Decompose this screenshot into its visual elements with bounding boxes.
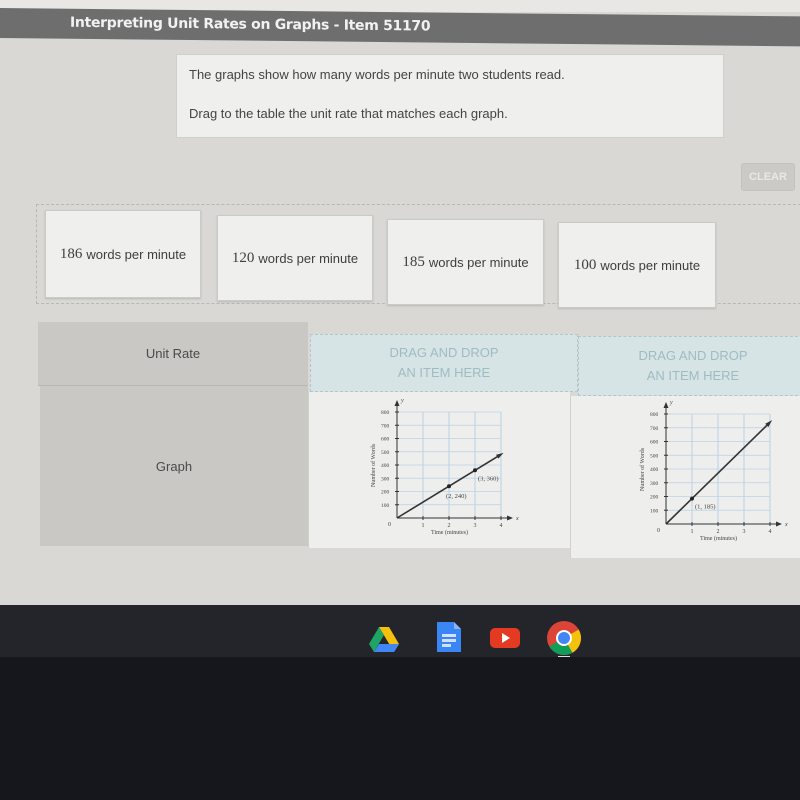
docs-icon[interactable] [432,620,466,654]
answer-number: 185 [402,253,425,270]
x-tick-label: 1 [691,529,694,535]
y-tick-label: 200 [650,495,659,501]
graph-2: x y 0 1 2 3 4 100 200 300 400 500 600 700 800 Time (min… [639,400,788,542]
y-axis-name: y [400,398,404,404]
x-axis-label: Time (minutes) [431,529,468,536]
prompt-line-2: Drag to the table the unit rate that mat… [189,106,508,121]
title-bar: Interpreting Unit Rates on Graphs - Item… [0,8,800,47]
matching-table: Unit Rate Graph DRAG AND DROP AN ITEM HE… [38,322,800,558]
answer-tile[interactable]: 186 words per minute [45,210,201,298]
y-tick-label: 500 [650,453,659,459]
x-tick-label: 4 [500,523,503,529]
graph-cell-1: x y 0 1 2 3 4 100 200 300 400 500 600 700 800 Time (min… [308,392,570,548]
y-axis-label: Number of Words [370,443,377,487]
x-axis-name: x [784,522,788,528]
taskbar [0,605,800,657]
drop-zone-text: DRAG AND DROP [638,348,748,363]
data-point [473,468,477,473]
drop-zone-graph-1[interactable]: DRAG AND DROP AN ITEM HERE [310,334,578,392]
data-point [690,496,694,501]
x-tick-label: 3 [743,529,746,535]
youtube-icon[interactable] [488,620,522,654]
data-point-label: (1, 185) [695,504,716,511]
y-tick-label: 100 [381,503,390,509]
row-label-text: Graph [155,458,193,474]
y-tick-label: 600 [381,437,390,443]
x-tick-label: 4 [769,529,772,535]
x-tick-label: 2 [448,523,451,529]
answer-number: 120 [231,249,255,266]
x-axis-label: Time (minutes) [700,535,737,542]
answer-unit: words per minute [600,257,701,273]
y-tick-label: 500 [381,450,390,456]
y-axis-arrow [663,402,669,408]
clear-button[interactable]: CLEAR [741,163,795,191]
chrome-icon[interactable] [545,619,583,657]
answer-tile[interactable]: 100 words per minute [558,222,716,308]
page-title: Interpreting Unit Rates on Graphs - Item… [70,14,431,35]
prompt-line-1: The graphs show how many words per minut… [189,67,565,82]
answer-unit: words per minute [86,246,187,262]
origin-label: 0 [657,528,660,534]
data-point-label: (2, 240) [446,493,467,500]
row-label-graph: Graph [40,386,308,546]
answer-unit: words per minute [428,254,529,270]
x-tick-label: 1 [422,523,425,529]
row-label-text: Unit Rate [145,346,201,361]
x-tick-label: 3 [474,523,477,529]
y-tick-label: 700 [381,423,390,429]
y-axis-arrow [394,400,400,406]
x-tick-label: 2 [717,529,720,535]
x-axis-name: x [515,516,519,522]
drop-zone-text: DRAG AND DROP [389,345,499,360]
answer-number: 186 [59,245,83,262]
y-tick-label: 300 [381,476,390,482]
drop-zone-text: AN ITEM HERE [646,368,740,383]
drive-icon[interactable] [367,622,401,656]
y-tick-label: 800 [381,410,390,416]
x-axis-arrow [507,515,513,521]
y-tick-label: 400 [381,463,390,469]
y-tick-label: 800 [650,412,659,418]
row-label-unit-rate: Unit Rate [38,322,308,386]
y-tick-label: 300 [650,481,659,487]
series-arrow [496,452,504,459]
answer-tile[interactable]: 185 words per minute [387,219,544,305]
y-tick-label: 700 [650,426,659,432]
x-axis-arrow [776,521,782,527]
origin-label: 0 [388,522,391,528]
y-tick-label: 600 [650,440,659,446]
y-tick-label: 100 [650,508,659,514]
drop-zone-graph-2[interactable]: DRAG AND DROP AN ITEM HERE [578,336,800,396]
graph-cell-2: x y 0 1 2 3 4 100 200 300 400 500 600 700 800 Time (min… [570,396,800,558]
answer-number: 100 [573,256,597,273]
answer-tile[interactable]: 120 words per minute [217,215,373,301]
y-axis-name: y [669,400,673,406]
y-tick-label: 200 [381,490,390,496]
graph-1: x y 0 1 2 3 4 100 200 300 400 500 600 700 800 Time (min… [370,398,519,536]
data-point [447,484,451,489]
desk-background [0,657,800,800]
answer-unit: words per minute [258,250,359,266]
data-point-label: (3, 360) [478,475,499,482]
drop-zone-text: AN ITEM HERE [397,365,491,380]
app-window: Interpreting Unit Rates on Graphs - Item… [0,0,800,605]
question-prompt: The graphs show how many words per minut… [176,54,724,138]
y-axis-label: Number of Words [639,447,646,491]
y-tick-label: 400 [650,467,659,473]
